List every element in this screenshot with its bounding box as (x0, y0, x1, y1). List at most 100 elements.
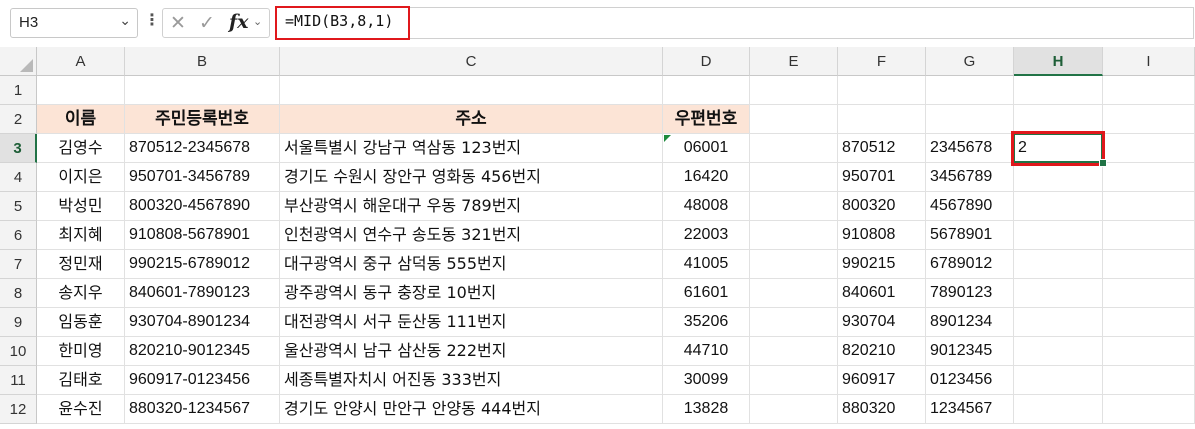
cell-zip[interactable]: 41005 (663, 250, 750, 279)
cell-g[interactable]: 6789012 (926, 250, 1014, 279)
cell-g[interactable]: 1234567 (926, 395, 1014, 424)
cell-h[interactable] (1014, 163, 1103, 192)
fx-icon[interactable]: fx (229, 11, 249, 33)
cell-zip[interactable]: 22003 (663, 221, 750, 250)
cell-h[interactable] (1014, 250, 1103, 279)
cell-rrn[interactable]: 960917-0123456 (125, 366, 280, 395)
cell[interactable] (750, 221, 838, 250)
cell-name[interactable]: 최지혜 (37, 221, 125, 250)
row-header-2[interactable]: 2 (0, 105, 37, 134)
cell-h[interactable] (1014, 308, 1103, 337)
cell-name[interactable]: 임동훈 (37, 308, 125, 337)
cell-rrn[interactable]: 880320-1234567 (125, 395, 280, 424)
header-cell-rrn[interactable]: 주민등록번호 (125, 105, 280, 134)
column-header-g[interactable]: G (926, 47, 1014, 76)
cell-rrn[interactable]: 840601-7890123 (125, 279, 280, 308)
cell[interactable] (926, 76, 1014, 105)
cell-f[interactable]: 820210 (838, 337, 926, 366)
column-header-a[interactable]: A (37, 47, 125, 76)
cell-address[interactable]: 대전광역시 서구 둔산동 111번지 (280, 308, 663, 337)
more-options-icon[interactable]: ⋮ (144, 12, 160, 28)
cell-h[interactable] (1014, 395, 1103, 424)
cell-f[interactable]: 950701 (838, 163, 926, 192)
select-all-button[interactable] (0, 47, 37, 76)
cell[interactable] (750, 192, 838, 221)
row-header-4[interactable]: 4 (0, 163, 37, 192)
cell[interactable] (926, 105, 1014, 134)
header-cell-name[interactable]: 이름 (37, 105, 125, 134)
row-header-7[interactable]: 7 (0, 250, 37, 279)
row-header-1[interactable]: 1 (0, 76, 37, 105)
cell[interactable] (750, 308, 838, 337)
column-header-b[interactable]: B (125, 47, 280, 76)
cell-zip[interactable]: 30099 (663, 366, 750, 395)
cell-h[interactable] (1014, 279, 1103, 308)
cell-g[interactable]: 8901234 (926, 308, 1014, 337)
cell-zip[interactable]: 48008 (663, 192, 750, 221)
cell-f[interactable]: 800320 (838, 192, 926, 221)
cell-name[interactable]: 김태호 (37, 366, 125, 395)
cell-zip[interactable]: 16420 (663, 163, 750, 192)
column-header-i[interactable]: I (1103, 47, 1195, 76)
cell-address[interactable]: 경기도 수원시 장안구 영화동 456번지 (280, 163, 663, 192)
cell-f[interactable]: 880320 (838, 395, 926, 424)
cell-zip[interactable]: 44710 (663, 337, 750, 366)
cell-g[interactable]: 0123456 (926, 366, 1014, 395)
cell[interactable] (1103, 163, 1195, 192)
cell[interactable] (280, 76, 663, 105)
cell-g[interactable]: 2345678 (926, 134, 1014, 163)
column-header-e[interactable]: E (750, 47, 838, 76)
check-icon[interactable]: ✓ (199, 12, 215, 34)
column-header-c[interactable]: C (280, 47, 663, 76)
cell-address[interactable]: 인천광역시 연수구 송도동 321번지 (280, 221, 663, 250)
cell-name[interactable]: 박성민 (37, 192, 125, 221)
cell[interactable] (1014, 105, 1103, 134)
row-header-8[interactable]: 8 (0, 279, 37, 308)
cell-f[interactable]: 910808 (838, 221, 926, 250)
cell[interactable] (37, 76, 125, 105)
cell[interactable] (750, 76, 838, 105)
cell-name[interactable]: 한미영 (37, 337, 125, 366)
close-icon[interactable]: ✕ (170, 12, 186, 34)
cell-name[interactable]: 송지우 (37, 279, 125, 308)
cell-address[interactable]: 대구광역시 중구 삼덕동 555번지 (280, 250, 663, 279)
cell[interactable] (838, 76, 926, 105)
cell[interactable] (750, 279, 838, 308)
row-header-11[interactable]: 11 (0, 366, 37, 395)
cell-f[interactable]: 990215 (838, 250, 926, 279)
cell-g[interactable]: 5678901 (926, 221, 1014, 250)
formula-input[interactable] (276, 7, 1194, 39)
column-header-h[interactable]: H (1014, 47, 1103, 76)
cell[interactable] (125, 76, 280, 105)
cell-rrn[interactable]: 930704-8901234 (125, 308, 280, 337)
cell-h[interactable] (1014, 192, 1103, 221)
chevron-down-icon[interactable]: ⌄ (119, 13, 131, 29)
cell[interactable] (750, 366, 838, 395)
cell[interactable] (750, 250, 838, 279)
row-header-12[interactable]: 12 (0, 395, 37, 424)
cell[interactable] (1103, 395, 1195, 424)
cell-f[interactable]: 870512 (838, 134, 926, 163)
cell-g[interactable]: 3456789 (926, 163, 1014, 192)
row-header-3[interactable]: 3 (0, 134, 37, 163)
cell[interactable] (1103, 366, 1195, 395)
cell-h[interactable] (1014, 366, 1103, 395)
cell[interactable] (750, 163, 838, 192)
row-header-6[interactable]: 6 (0, 221, 37, 250)
cell-rrn[interactable]: 820210-9012345 (125, 337, 280, 366)
cell-address[interactable]: 서울특별시 강남구 역삼동 123번지 (280, 134, 663, 163)
header-cell-address[interactable]: 주소 (280, 105, 663, 134)
chevron-down-icon[interactable]: ⌄ (253, 15, 262, 28)
cell[interactable] (750, 134, 838, 163)
cell[interactable] (750, 337, 838, 366)
cell-rrn[interactable]: 990215-6789012 (125, 250, 280, 279)
cell[interactable] (1103, 192, 1195, 221)
cell-zip[interactable]: 35206 (663, 308, 750, 337)
cell[interactable] (1103, 221, 1195, 250)
row-header-10[interactable]: 10 (0, 337, 37, 366)
header-cell-zip[interactable]: 우편번호 (663, 105, 750, 134)
cell-rrn[interactable]: 950701-3456789 (125, 163, 280, 192)
cell-address[interactable]: 세종특별자치시 어진동 333번지 (280, 366, 663, 395)
cell-h[interactable] (1014, 337, 1103, 366)
cell-h[interactable] (1014, 221, 1103, 250)
